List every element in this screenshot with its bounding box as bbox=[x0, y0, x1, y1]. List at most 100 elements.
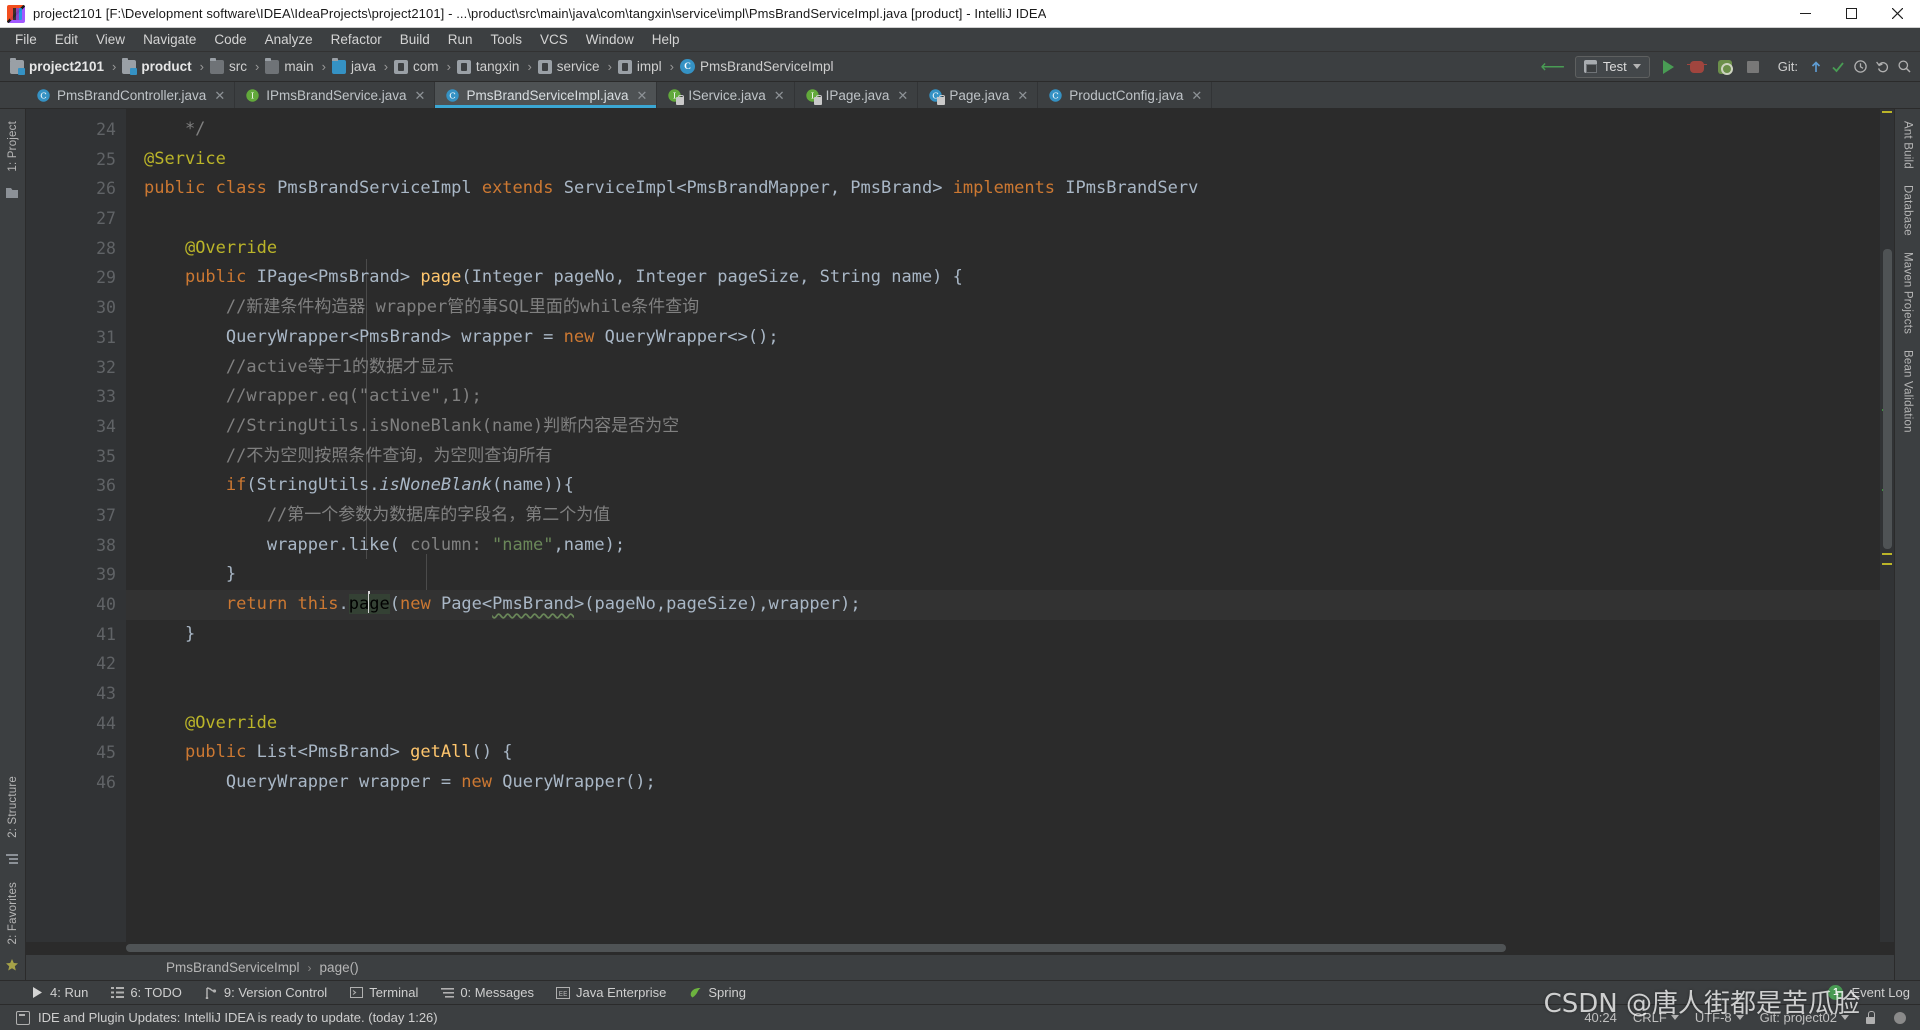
close-icon[interactable]: ✕ bbox=[415, 89, 426, 102]
terminal-icon bbox=[349, 986, 363, 1000]
breadcrumb-impl[interactable]: impl bbox=[614, 59, 664, 74]
structure-icon[interactable] bbox=[5, 852, 21, 868]
menu-run[interactable]: Run bbox=[439, 30, 482, 49]
scrollbar-thumb[interactable] bbox=[1883, 249, 1892, 549]
error-marker-bar[interactable] bbox=[1880, 109, 1894, 942]
line-number: 36 bbox=[96, 476, 116, 496]
line-separator[interactable]: CRLF bbox=[1633, 1010, 1679, 1025]
breadcrumb-method[interactable]: page() bbox=[320, 960, 359, 975]
menu-refactor[interactable]: Refactor bbox=[322, 30, 391, 49]
code-line-33: //wrapper.eq("active",1); bbox=[144, 386, 482, 407]
menu-navigate[interactable]: Navigate bbox=[134, 30, 205, 49]
scrollbar-thumb[interactable] bbox=[126, 944, 1506, 952]
sidebar-item-maven-projects[interactable]: Maven Projects bbox=[1902, 244, 1914, 342]
menu-help[interactable]: Help bbox=[643, 30, 689, 49]
menu-window[interactable]: Window bbox=[577, 30, 643, 49]
menu-file[interactable]: File bbox=[6, 30, 46, 49]
breadcrumb-product[interactable]: product bbox=[118, 57, 193, 75]
git-label: Git: bbox=[1777, 59, 1798, 74]
editor-gutter[interactable]: 24 25 26 27 28 29 30 31 32 33 34 35 36 3… bbox=[26, 109, 126, 942]
breadcrumb-separator: › bbox=[199, 59, 204, 74]
line-number: 42 bbox=[96, 654, 116, 674]
close-button[interactable] bbox=[1874, 0, 1920, 28]
status-message[interactable]: IDE and Plugin Updates: IntelliJ IDEA is… bbox=[38, 1010, 438, 1025]
tool-window-spring[interactable]: Spring bbox=[688, 985, 746, 1000]
vcs-history-button[interactable] bbox=[1850, 56, 1870, 78]
menu-build[interactable]: Build bbox=[391, 30, 439, 49]
minimize-button[interactable] bbox=[1782, 0, 1828, 28]
close-icon[interactable]: ✕ bbox=[214, 89, 225, 102]
breadcrumb-PmsBrandServiceImpl[interactable]: C PmsBrandServiceImpl bbox=[676, 59, 836, 74]
line-number: 29 bbox=[96, 268, 116, 288]
notification-icon[interactable] bbox=[16, 1010, 30, 1025]
menu-analyze[interactable]: Analyze bbox=[256, 30, 322, 49]
tab-IService[interactable]: I IService.java ✕ bbox=[657, 82, 795, 108]
breadcrumb-class[interactable]: PmsBrandServiceImpl bbox=[166, 960, 300, 975]
tab-IPmsBrandService[interactable]: I IPmsBrandService.java ✕ bbox=[235, 82, 436, 108]
package-icon bbox=[537, 59, 552, 74]
vcs-commit-button[interactable] bbox=[1828, 56, 1848, 78]
memory-indicator[interactable] bbox=[1892, 1011, 1908, 1025]
code-line-38: wrapper.like( column: "name",name); bbox=[266, 534, 626, 555]
sidebar-item-database[interactable]: Database bbox=[1902, 177, 1914, 244]
breadcrumb-com[interactable]: com bbox=[390, 59, 441, 74]
menu-view[interactable]: View bbox=[87, 30, 134, 49]
tool-window-java-enterprise[interactable]: EE Java Enterprise bbox=[556, 985, 666, 1000]
tool-window-version-control[interactable]: 9: Version Control bbox=[204, 985, 327, 1000]
favorites-star-icon[interactable] bbox=[5, 958, 21, 974]
tab-PmsBrandServiceImpl[interactable]: C PmsBrandServiceImpl.java ✕ bbox=[435, 82, 658, 108]
lock-icon[interactable] bbox=[1865, 1011, 1876, 1024]
horizontal-scrollbar[interactable] bbox=[26, 942, 1894, 954]
breadcrumb-src[interactable]: src bbox=[206, 57, 249, 74]
sidebar-item-ant-build[interactable]: Ant Build bbox=[1902, 113, 1914, 177]
close-icon[interactable]: ✕ bbox=[774, 89, 785, 102]
stop-button[interactable] bbox=[1740, 55, 1766, 79]
build-arrow-icon[interactable]: ⟵ bbox=[1533, 57, 1573, 77]
breadcrumb-service[interactable]: service bbox=[534, 59, 602, 74]
sidebar-item-bean-validation[interactable]: Bean Validation bbox=[1902, 342, 1914, 441]
breadcrumb-java[interactable]: java bbox=[328, 57, 378, 74]
debug-button[interactable] bbox=[1684, 55, 1710, 79]
sidebar-item-favorites[interactable]: 2: Favorites bbox=[7, 874, 19, 952]
project-files-icon[interactable] bbox=[5, 186, 21, 202]
code-text[interactable]: */ @Service public class PmsBrandService… bbox=[126, 109, 1880, 942]
run-button[interactable] bbox=[1656, 55, 1682, 79]
file-encoding[interactable]: UTF-8 bbox=[1695, 1010, 1744, 1025]
git-branch-widget[interactable]: Git: project02 bbox=[1760, 1010, 1849, 1025]
vcs-update-button[interactable] bbox=[1806, 56, 1826, 78]
close-icon[interactable]: ✕ bbox=[637, 89, 648, 102]
sidebar-item-structure[interactable]: 2: Structure bbox=[7, 768, 19, 846]
breadcrumb-project2101[interactable]: project2101 bbox=[6, 57, 106, 75]
vcs-rollback-button[interactable] bbox=[1872, 56, 1892, 78]
close-icon[interactable]: ✕ bbox=[1191, 89, 1202, 102]
tab-IPage[interactable]: I IPage.java ✕ bbox=[794, 82, 919, 108]
close-icon[interactable]: ✕ bbox=[897, 89, 908, 102]
menu-tools[interactable]: Tools bbox=[482, 30, 532, 49]
close-icon[interactable]: ✕ bbox=[1017, 89, 1028, 102]
tab-PmsBrandController[interactable]: C PmsBrandController.java ✕ bbox=[26, 82, 236, 108]
maximize-button[interactable] bbox=[1828, 0, 1874, 28]
menu-edit[interactable]: Edit bbox=[46, 30, 87, 49]
java-class-icon: C bbox=[928, 88, 946, 105]
run-with-coverage-button[interactable] bbox=[1712, 55, 1738, 79]
breadcrumb-tangxin[interactable]: tangxin bbox=[453, 59, 522, 74]
code-line-31: QueryWrapper<PmsBrand> wrapper = new Que… bbox=[225, 326, 779, 347]
code-editor[interactable]: 24 25 26 27 28 29 30 31 32 33 34 35 36 3… bbox=[26, 109, 1894, 942]
run-configuration-selector[interactable]: Test bbox=[1574, 55, 1650, 78]
breadcrumb-main[interactable]: main bbox=[261, 57, 315, 74]
menu-code[interactable]: Code bbox=[205, 30, 255, 49]
tool-window-event-log[interactable]: Event Log bbox=[1851, 985, 1910, 1000]
sidebar-item-project[interactable]: 1: Project bbox=[7, 113, 19, 180]
tab-label: ProductConfig.java bbox=[1069, 87, 1184, 103]
tool-window-run[interactable]: 4: Run bbox=[30, 985, 88, 1000]
menu-vcs[interactable]: VCS bbox=[531, 30, 577, 49]
search-everywhere-button[interactable] bbox=[1894, 56, 1914, 78]
vertical-scrollbar[interactable] bbox=[1880, 109, 1894, 942]
tool-window-messages[interactable]: 0: Messages bbox=[440, 985, 534, 1000]
tab-ProductConfig[interactable]: C ProductConfig.java ✕ bbox=[1038, 82, 1213, 108]
caret-position[interactable]: 40:24 bbox=[1584, 1010, 1617, 1025]
tool-window-terminal[interactable]: Terminal bbox=[349, 985, 418, 1000]
tab-Page[interactable]: C Page.java ✕ bbox=[918, 82, 1039, 108]
tool-window-todo[interactable]: 6: TODO bbox=[110, 985, 182, 1000]
code-line-41: } bbox=[184, 623, 196, 644]
